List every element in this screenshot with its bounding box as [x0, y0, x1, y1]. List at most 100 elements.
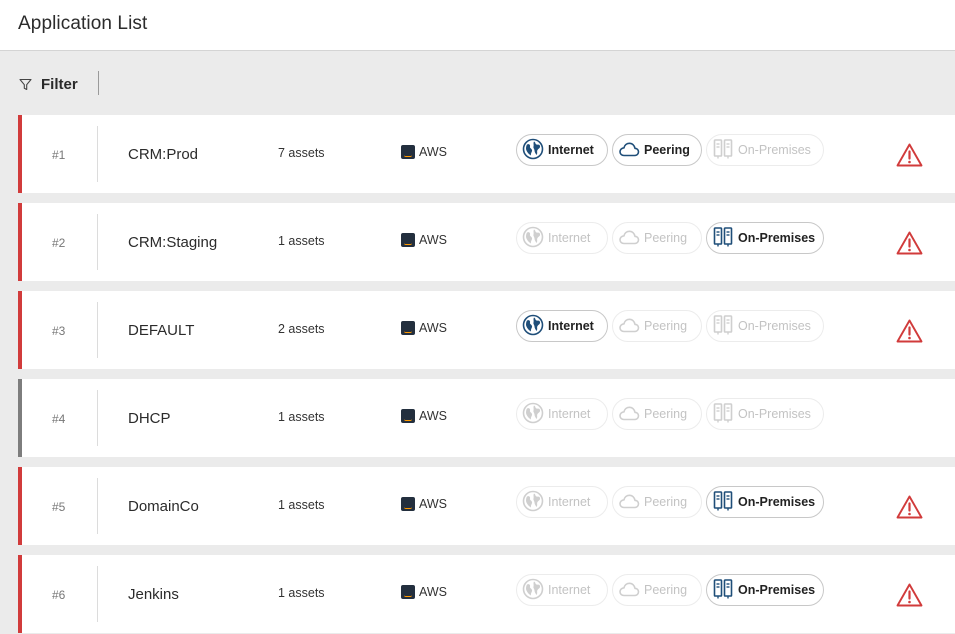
application-name: CRM:Staging [128, 234, 218, 251]
on-premises-label: On-Premises [738, 407, 811, 421]
application-row[interactable]: #5 DomainCo 1 assets AWS Internet Peering On-P… [18, 467, 955, 545]
page-header: Application List [0, 0, 955, 51]
server-icon [712, 314, 738, 339]
peering-pill[interactable]: Peering [612, 574, 702, 606]
internet-pill[interactable]: Internet [516, 222, 608, 254]
internet-label: Internet [548, 143, 594, 157]
application-row[interactable]: #6 Jenkins 1 assets AWS Internet Peering On-Pr… [18, 555, 955, 633]
cloud-provider-label: AWS [419, 585, 448, 599]
internet-pill[interactable]: Internet [516, 486, 608, 518]
application-row[interactable]: #4 DHCP 1 assets AWS Internet Peering On-Premi… [18, 379, 955, 457]
globe-icon [522, 226, 548, 251]
row-index: #4 [52, 412, 66, 426]
row-divider [97, 126, 98, 182]
globe-icon [522, 578, 548, 603]
server-icon [712, 490, 738, 515]
cloud-provider: AWS [401, 145, 447, 159]
cloud-provider-label: AWS [419, 321, 448, 335]
row-index: #2 [52, 236, 66, 250]
peering-pill[interactable]: Peering [612, 398, 702, 430]
asset-count: 2 assets [278, 322, 325, 336]
cloud-icon [618, 578, 644, 603]
peering-label: Peering [644, 495, 688, 509]
peering-label: Peering [644, 407, 688, 421]
peering-pill[interactable]: Peering [612, 486, 702, 518]
cloud-provider: AWS [401, 409, 447, 423]
server-icon [712, 138, 738, 163]
warning-icon[interactable] [896, 319, 923, 343]
on-premises-pill[interactable]: On-Premises [706, 222, 824, 254]
globe-icon [522, 402, 548, 427]
aws-icon [401, 145, 415, 159]
peering-label: Peering [644, 143, 690, 157]
row-index: #5 [52, 500, 66, 514]
row-divider [97, 302, 98, 358]
filter-label: Filter [41, 75, 78, 93]
aws-icon [401, 585, 415, 599]
peering-pill[interactable]: Peering [612, 134, 702, 166]
globe-icon [522, 490, 548, 515]
internet-pill[interactable]: Internet [516, 134, 608, 166]
cloud-provider: AWS [401, 585, 447, 599]
server-icon [712, 402, 738, 427]
application-row[interactable]: #1 CRM:Prod 7 assets AWS Internet Peering On-P… [18, 115, 955, 193]
on-premises-label: On-Premises [738, 583, 816, 597]
on-premises-pill[interactable]: On-Premises [706, 134, 824, 166]
server-icon [712, 578, 738, 603]
on-premises-pill[interactable]: On-Premises [706, 486, 824, 518]
internet-label: Internet [548, 495, 591, 509]
application-name: DEFAULT [128, 322, 195, 339]
aws-icon [401, 321, 415, 335]
cloud-icon [618, 490, 644, 515]
peering-pill[interactable]: Peering [612, 310, 702, 342]
on-premises-pill[interactable]: On-Premises [706, 574, 824, 606]
application-row[interactable]: #2 CRM:Staging 1 assets AWS Internet Peering O… [18, 203, 955, 281]
globe-icon [522, 138, 548, 163]
aws-icon [401, 497, 415, 511]
warning-icon[interactable] [896, 495, 923, 519]
peering-label: Peering [644, 231, 688, 245]
peering-label: Peering [644, 319, 688, 333]
application-name: DHCP [128, 410, 171, 427]
filter-divider [98, 71, 99, 95]
warning-icon[interactable] [896, 583, 923, 607]
on-premises-pill[interactable]: On-Premises [706, 398, 824, 430]
cloud-provider: AWS [401, 321, 447, 335]
cloud-provider: AWS [401, 497, 447, 511]
application-name: CRM:Prod [128, 146, 199, 163]
cloud-provider-label: AWS [419, 409, 448, 423]
internet-label: Internet [548, 231, 591, 245]
application-row[interactable]: #3 DEFAULT 2 assets AWS Internet Peering On-Pr… [18, 291, 955, 369]
internet-pill[interactable]: Internet [516, 310, 608, 342]
row-divider [97, 566, 98, 622]
cloud-icon [618, 402, 644, 427]
row-divider [97, 214, 98, 270]
aws-icon [401, 409, 415, 423]
cloud-provider: AWS [401, 233, 447, 247]
page-title: Application List [18, 13, 148, 34]
application-name: DomainCo [128, 498, 199, 515]
cloud-provider-label: AWS [419, 145, 448, 159]
internet-pill[interactable]: Internet [516, 398, 608, 430]
filter-button[interactable]: Filter [19, 73, 78, 95]
filter-icon [19, 78, 32, 90]
cloud-icon [618, 314, 644, 339]
filter-bar [0, 51, 955, 114]
asset-count: 1 assets [278, 498, 325, 512]
cloud-provider-label: AWS [419, 497, 448, 511]
asset-count: 1 assets [278, 410, 325, 424]
peering-pill[interactable]: Peering [612, 222, 702, 254]
internet-label: Internet [548, 407, 591, 421]
warning-icon[interactable] [896, 231, 923, 255]
asset-count: 7 assets [278, 146, 325, 160]
asset-count: 1 assets [278, 586, 325, 600]
on-premises-label: On-Premises [738, 319, 811, 333]
warning-icon[interactable] [896, 143, 923, 167]
on-premises-label: On-Premises [738, 143, 811, 157]
cloud-icon [618, 138, 644, 163]
on-premises-label: On-Premises [738, 231, 816, 245]
on-premises-pill[interactable]: On-Premises [706, 310, 824, 342]
internet-pill[interactable]: Internet [516, 574, 608, 606]
asset-count: 1 assets [278, 234, 325, 248]
row-index: #1 [52, 148, 66, 162]
